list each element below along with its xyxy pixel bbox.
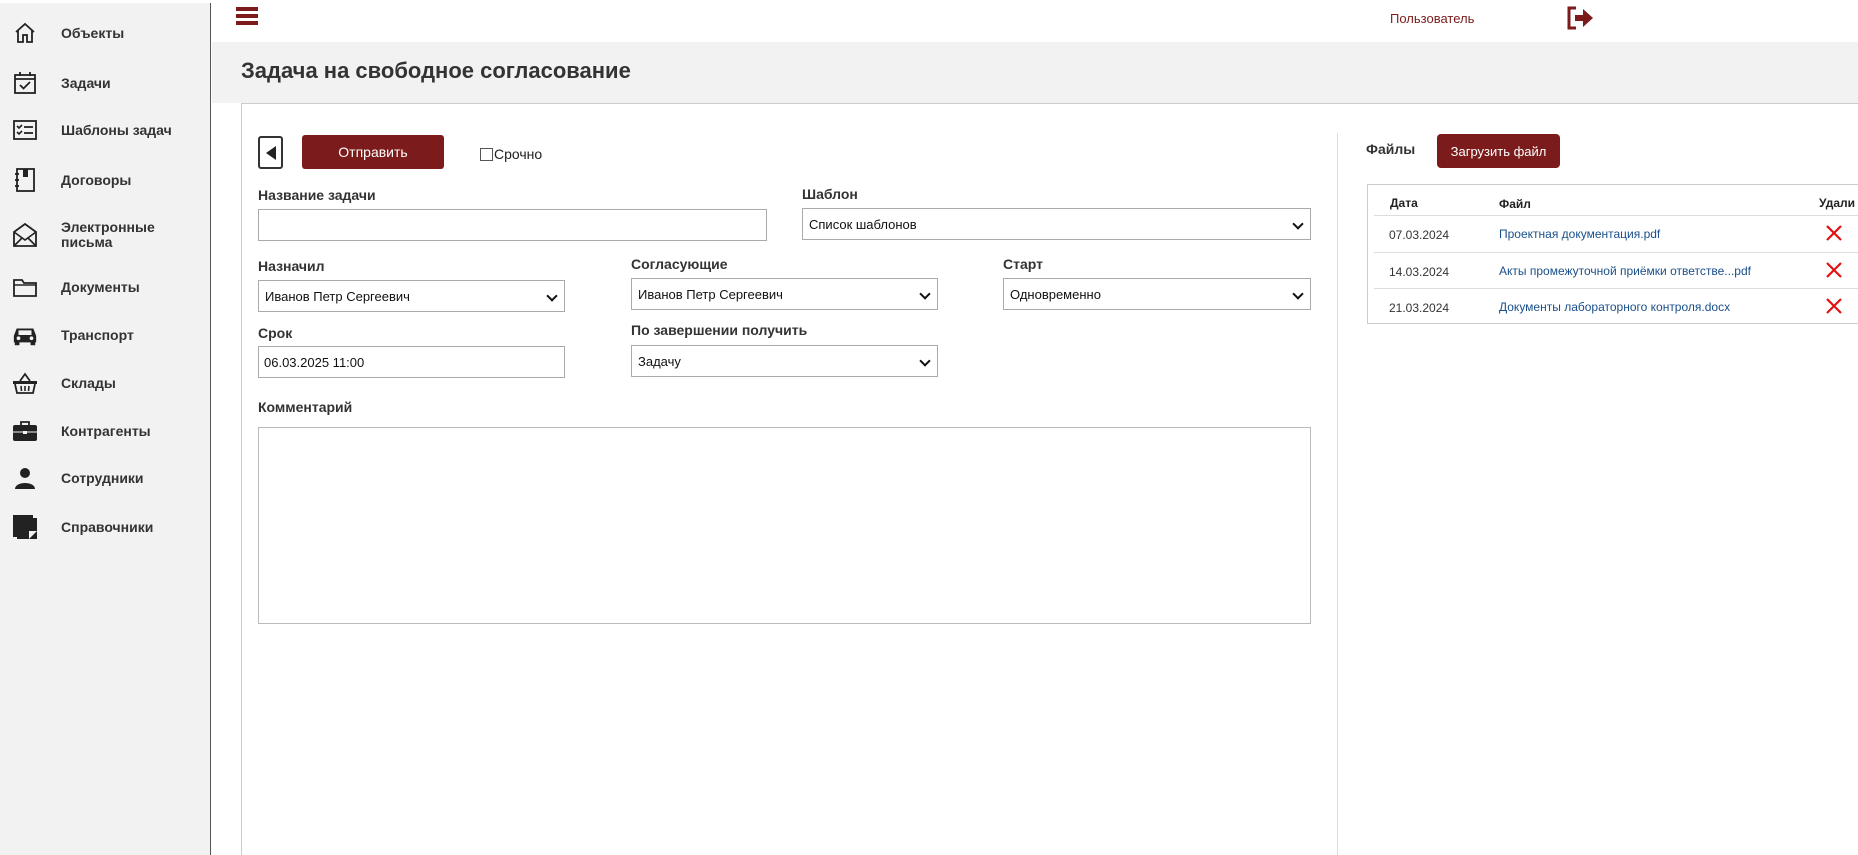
- sidebar-item-label: Шаблоны задач: [61, 121, 172, 138]
- sidebar-item-warehouses[interactable]: Склады: [0, 370, 210, 396]
- assigned-select[interactable]: Иванов Петр Сергеевич: [258, 280, 565, 312]
- sidebar-item-documents[interactable]: Документы: [0, 274, 210, 300]
- user-link[interactable]: Пользователь: [1390, 11, 1474, 26]
- file-date: 14.03.2024: [1389, 265, 1450, 279]
- sidebar-item-label: Контрагенты: [61, 422, 151, 439]
- deadline-input[interactable]: 06.03.2025 11:00: [258, 346, 565, 378]
- template-value: Список шаблонов: [809, 216, 917, 232]
- table-row: 07.03.2024 Проектная документация.pdf: [1374, 215, 1858, 251]
- home-icon: [12, 20, 38, 46]
- car-icon: [12, 322, 38, 348]
- start-label: Старт: [1003, 256, 1043, 272]
- briefcase-icon: [12, 418, 38, 444]
- folder-icon: [12, 274, 38, 300]
- sidebar-item-label: Транспорт: [61, 326, 134, 343]
- comment-label: Комментарий: [258, 399, 353, 415]
- task-name-label: Название задачи: [258, 187, 376, 203]
- sidebar-item-emails[interactable]: Электронные письма: [0, 220, 210, 250]
- calendar-check-icon: [12, 70, 38, 96]
- approvers-label: Согласующие: [631, 256, 728, 272]
- file-link[interactable]: Проектная документация.pdf: [1499, 227, 1660, 241]
- sidebar-item-employees[interactable]: Сотрудники: [0, 465, 210, 491]
- file-link[interactable]: Акты промежуточной приёмки ответстве...p…: [1499, 264, 1751, 278]
- sidebar-item-label: Документы: [61, 278, 140, 295]
- comment-textarea[interactable]: [258, 427, 1311, 624]
- logout-icon[interactable]: [1566, 6, 1596, 30]
- sidebar-item-objects[interactable]: Объекты: [0, 20, 210, 46]
- template-label: Шаблон: [802, 186, 858, 202]
- chevron-down-icon: [919, 355, 931, 367]
- template-select[interactable]: Список шаблонов: [802, 208, 1311, 240]
- sidebar-item-label: Склады: [61, 374, 116, 391]
- chevron-down-icon: [919, 288, 931, 300]
- urgent-checkbox[interactable]: Срочно: [480, 146, 542, 162]
- checkbox-box[interactable]: [480, 147, 493, 161]
- approvers-select[interactable]: Иванов Петр Сергеевич: [631, 278, 938, 310]
- upload-file-button[interactable]: Загрузить файл: [1437, 134, 1560, 168]
- arrow-left-icon: [265, 145, 276, 160]
- page-title: Задача на свободное согласование: [241, 58, 631, 83]
- files-label: Файлы: [1366, 141, 1416, 157]
- basket-icon: [12, 370, 38, 396]
- start-value: Одновременно: [1010, 286, 1101, 302]
- file-link[interactable]: Документы лабораторного контроля.docx: [1499, 300, 1730, 314]
- sidebar-item-tasks[interactable]: Задачи: [0, 70, 210, 96]
- table-row: 21.03.2024 Документы лабораторного контр…: [1374, 288, 1858, 324]
- send-button[interactable]: Отправить: [302, 135, 444, 169]
- hamburger-icon[interactable]: [236, 7, 258, 29]
- files-table: Дата Файл Удали 07.03.2024 Проектная док…: [1367, 184, 1858, 324]
- sidebar-item-label: Объекты: [61, 24, 125, 41]
- sidebar-item-label: Электронные письма: [61, 219, 155, 250]
- sidebar-item-directories[interactable]: Справочники: [0, 514, 210, 540]
- sidebar-item-label: Договоры: [61, 171, 132, 188]
- sidebar-item-task-templates[interactable]: Шаблоны задач: [0, 117, 210, 143]
- delete-icon[interactable]: [1824, 296, 1844, 316]
- sidebar-item-label: Справочники: [61, 518, 154, 535]
- on-complete-select[interactable]: Задачу: [631, 345, 938, 377]
- assigned-value: Иванов Петр Сергеевич: [265, 288, 410, 304]
- chevron-down-icon: [546, 290, 558, 302]
- deadline-label: Срок: [258, 325, 293, 341]
- task-name-input[interactable]: [258, 209, 767, 241]
- on-complete-value: Задачу: [638, 353, 681, 369]
- column-header-date: Дата: [1390, 196, 1418, 210]
- start-select[interactable]: Одновременно: [1003, 278, 1311, 310]
- page-header: Задача на свободное согласование: [212, 42, 1858, 103]
- sticky-note-icon: [12, 514, 38, 540]
- sidebar-item-contracts[interactable]: Договоры: [0, 167, 210, 193]
- checklist-icon: [12, 117, 38, 143]
- sidebar-item-contractors[interactable]: Контрагенты: [0, 418, 210, 444]
- person-icon: [12, 465, 38, 491]
- approvers-value: Иванов Петр Сергеевич: [638, 286, 783, 302]
- envelope-icon: [12, 222, 38, 248]
- chevron-down-icon: [1292, 288, 1304, 300]
- file-date: 07.03.2024: [1389, 228, 1450, 242]
- column-header-delete: Удали: [1819, 196, 1855, 210]
- sidebar: Объекты Задачи Шаблоны задач Договоры Эл…: [0, 0, 211, 855]
- sidebar-item-label: Сотрудники: [61, 469, 144, 486]
- table-row: 14.03.2024 Акты промежуточной приёмки от…: [1374, 252, 1858, 288]
- sidebar-item-label: Задачи: [61, 74, 111, 91]
- column-header-file: Файл: [1499, 197, 1531, 211]
- on-complete-label: По завершении получить: [631, 322, 808, 338]
- sidebar-top-line: [0, 0, 211, 3]
- sidebar-item-transport[interactable]: Транспорт: [0, 322, 210, 348]
- chevron-down-icon: [1292, 218, 1304, 230]
- delete-icon[interactable]: [1824, 223, 1844, 243]
- back-button[interactable]: [258, 136, 283, 169]
- assigned-label: Назначил: [258, 258, 325, 274]
- file-date: 21.03.2024: [1389, 301, 1450, 315]
- urgent-label: Срочно: [494, 146, 543, 162]
- delete-icon[interactable]: [1824, 260, 1844, 280]
- notebook-icon: [12, 167, 38, 193]
- panel-divider: [1337, 133, 1338, 855]
- top-bar: Пользователь: [212, 0, 1858, 42]
